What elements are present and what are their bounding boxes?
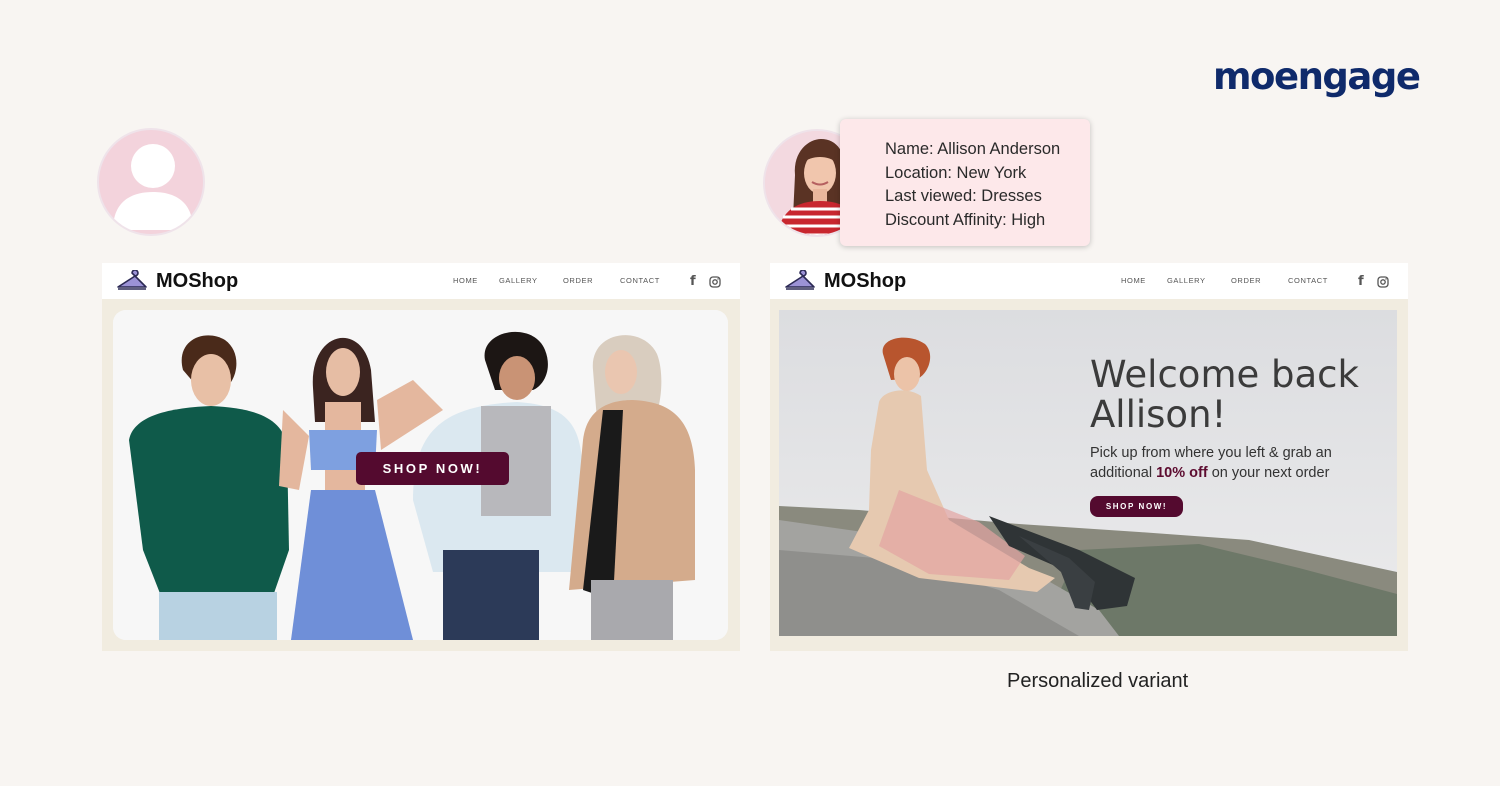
nav-home[interactable]: HOME [453,276,478,285]
personalized-hero-banner: Welcome back Allison! Pick up from where… [779,310,1397,636]
user-profile-card: Name: Allison Anderson Location: New Yor… [840,119,1090,246]
profile-location: Location: New York [885,163,1027,182]
site-logo-text: MOShop [824,270,907,292]
instagram-icon[interactable] [709,275,721,293]
nav-gallery[interactable]: GALLERY [1167,276,1206,285]
site-navbar: MOShop HOME GALLERY ORDER CONTACT f [770,263,1408,299]
facebook-icon[interactable]: f [1358,274,1364,289]
nav-gallery[interactable]: GALLERY [499,276,538,285]
profile-name: Name: Allison Anderson [885,140,1061,158]
profile-last-viewed: Last viewed: Dresses [885,187,1042,206]
user-silhouette-icon [113,144,193,230]
nav-contact[interactable]: CONTACT [1288,276,1328,285]
nav-contact[interactable]: CONTACT [620,276,660,285]
site-navbar: MOShop HOME GALLERY ORDER CONTACT f [102,263,740,299]
generic-user-avatar [97,128,205,236]
default-site-preview: MOShop HOME GALLERY ORDER CONTACT f SHOP… [102,263,740,651]
nav-order[interactable]: ORDER [1231,276,1261,285]
hanger-icon [115,269,149,297]
default-hero-banner: SHOP NOW! [113,310,728,640]
moengage-logo: moengage [1213,55,1421,98]
shop-now-button[interactable]: SHOP NOW! [356,452,509,485]
welcome-title: Welcome back Allison! [1090,353,1359,436]
personalized-site-preview: MOShop HOME GALLERY ORDER CONTACT f Welc… [770,263,1408,651]
profile-discount-affinity: Discount Affinity: High [885,210,1046,229]
facebook-icon[interactable]: f [690,274,696,289]
welcome-subtitle: Pick up from where you left & grab an ad… [1090,445,1332,481]
nav-home[interactable]: HOME [1121,276,1146,285]
personalized-variant-caption: Personalized variant [1007,670,1189,692]
hanger-icon [783,269,817,297]
nav-order[interactable]: ORDER [563,276,593,285]
instagram-icon[interactable] [1377,275,1389,293]
shop-now-button[interactable]: SHOP NOW! [1090,496,1183,517]
site-logo-text: MOShop [156,270,239,292]
discount-highlight: 10% off [1156,465,1208,481]
